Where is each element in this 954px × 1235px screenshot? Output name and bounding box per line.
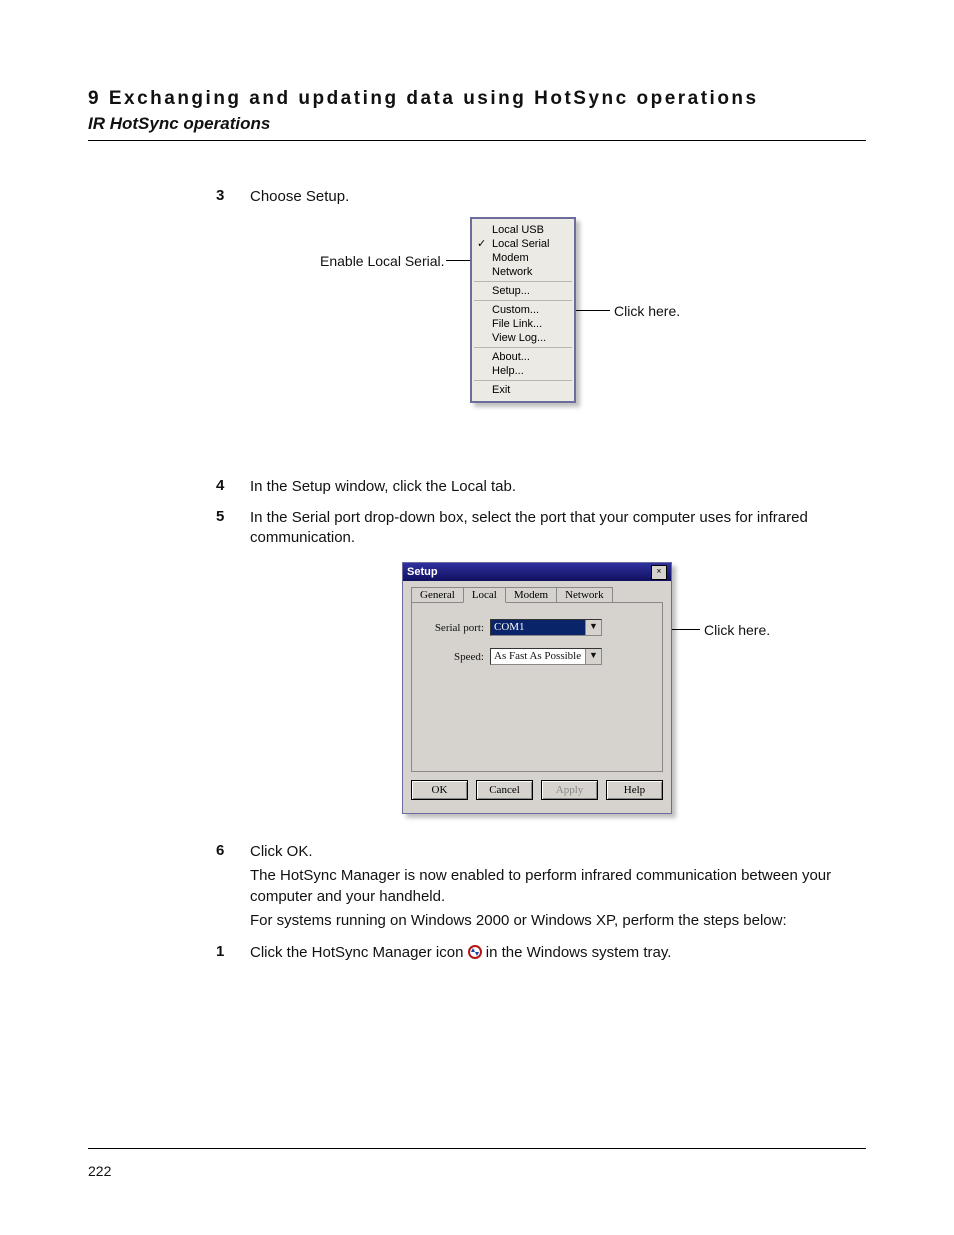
dialog-title: Setup xyxy=(407,566,438,578)
dialog-titlebar[interactable]: Setup × xyxy=(403,563,671,581)
menu-item-network[interactable]: Network xyxy=(474,265,572,279)
step-number: 4 xyxy=(216,477,250,501)
speed-value: As Fast As Possible xyxy=(491,649,585,664)
step-number: 1 xyxy=(216,943,250,967)
step-para: The HotSync Manager is now enabled to pe… xyxy=(250,866,866,907)
menu-item-about[interactable]: About... xyxy=(474,350,572,364)
setup-dialog: Setup × General Local Modem Network Seri… xyxy=(402,562,672,814)
step-6: 6 Click OK. The HotSync Manager is now e… xyxy=(216,842,866,935)
step-para: For systems running on Windows 2000 or W… xyxy=(250,911,866,931)
hotsync-icon xyxy=(468,945,482,959)
menu-item-setup[interactable]: Setup... xyxy=(474,284,572,298)
chevron-down-icon[interactable]: ▼ xyxy=(585,649,601,664)
menu-item-local-serial[interactable]: Local Serial xyxy=(474,237,572,251)
annotation-click-here-1: Click here. xyxy=(614,303,680,319)
speed-label: Speed: xyxy=(426,651,484,663)
step-text-post: in the Windows system tray. xyxy=(486,944,672,961)
step-number: 5 xyxy=(216,508,250,553)
help-button[interactable]: Help xyxy=(606,780,663,800)
step-4: 4 In the Setup window, click the Local t… xyxy=(216,477,866,501)
footer-rule xyxy=(88,1148,866,1149)
tab-general[interactable]: General xyxy=(411,587,464,602)
ok-button[interactable]: OK xyxy=(411,780,468,800)
chevron-down-icon[interactable]: ▼ xyxy=(585,620,601,635)
close-icon[interactable]: × xyxy=(651,565,667,580)
page-number: 222 xyxy=(88,1163,111,1179)
tab-network[interactable]: Network xyxy=(556,587,613,602)
header-rule xyxy=(88,140,866,141)
section-title: IR HotSync operations xyxy=(88,114,866,134)
step-1b: 1 Click the HotSync Manager icon in the … xyxy=(216,943,866,967)
step-text-pre: Click the HotSync Manager icon xyxy=(250,944,468,961)
context-menu: Local USB Local Serial Modem Network Set… xyxy=(470,217,576,403)
step-text: Choose Setup. xyxy=(250,187,866,207)
tab-local[interactable]: Local xyxy=(463,587,506,603)
menu-item-modem[interactable]: Modem xyxy=(474,251,572,265)
tab-modem[interactable]: Modem xyxy=(505,587,557,602)
speed-dropdown[interactable]: As Fast As Possible ▼ xyxy=(490,648,602,665)
cancel-button[interactable]: Cancel xyxy=(476,780,533,800)
step-text: Click OK. xyxy=(250,842,866,862)
dialog-buttons: OK Cancel Apply Help xyxy=(403,780,671,808)
menu-item-viewlog[interactable]: View Log... xyxy=(474,331,572,345)
step-5: 5 In the Serial port drop-down box, sele… xyxy=(216,508,866,553)
figure-setup-dialog: Click here. Setup × General Local Modem … xyxy=(88,562,866,832)
menu-item-exit[interactable]: Exit xyxy=(474,383,572,397)
tab-panel-local: Serial port: COM1 ▼ Speed: As Fast As Po… xyxy=(411,602,663,772)
menu-item-custom[interactable]: Custom... xyxy=(474,303,572,317)
menu-item-filelink[interactable]: File Link... xyxy=(474,317,572,331)
annotation-click-here-2: Click here. xyxy=(704,622,770,638)
serial-port-dropdown[interactable]: COM1 ▼ xyxy=(490,619,602,636)
serial-port-value: COM1 xyxy=(491,620,585,635)
step-text: In the Serial port drop-down box, select… xyxy=(250,508,866,549)
step-text: Click the HotSync Manager icon in the Wi… xyxy=(250,943,866,963)
step-3: 3 Choose Setup. xyxy=(216,187,866,211)
serial-port-label: Serial port: xyxy=(426,622,484,634)
annotation-enable-local-serial: Enable Local Serial. xyxy=(320,253,445,269)
step-number: 6 xyxy=(216,842,250,935)
step-number: 3 xyxy=(216,187,250,211)
step-text: In the Setup window, click the Local tab… xyxy=(250,477,866,497)
menu-item-local-usb[interactable]: Local USB xyxy=(474,223,572,237)
tab-strip: General Local Modem Network xyxy=(411,587,663,602)
figure-context-menu: Enable Local Serial. Click here. Local U… xyxy=(88,217,866,467)
apply-button[interactable]: Apply xyxy=(541,780,598,800)
chapter-title: 9 Exchanging and updating data using Hot… xyxy=(88,88,866,110)
menu-item-help[interactable]: Help... xyxy=(474,364,572,378)
